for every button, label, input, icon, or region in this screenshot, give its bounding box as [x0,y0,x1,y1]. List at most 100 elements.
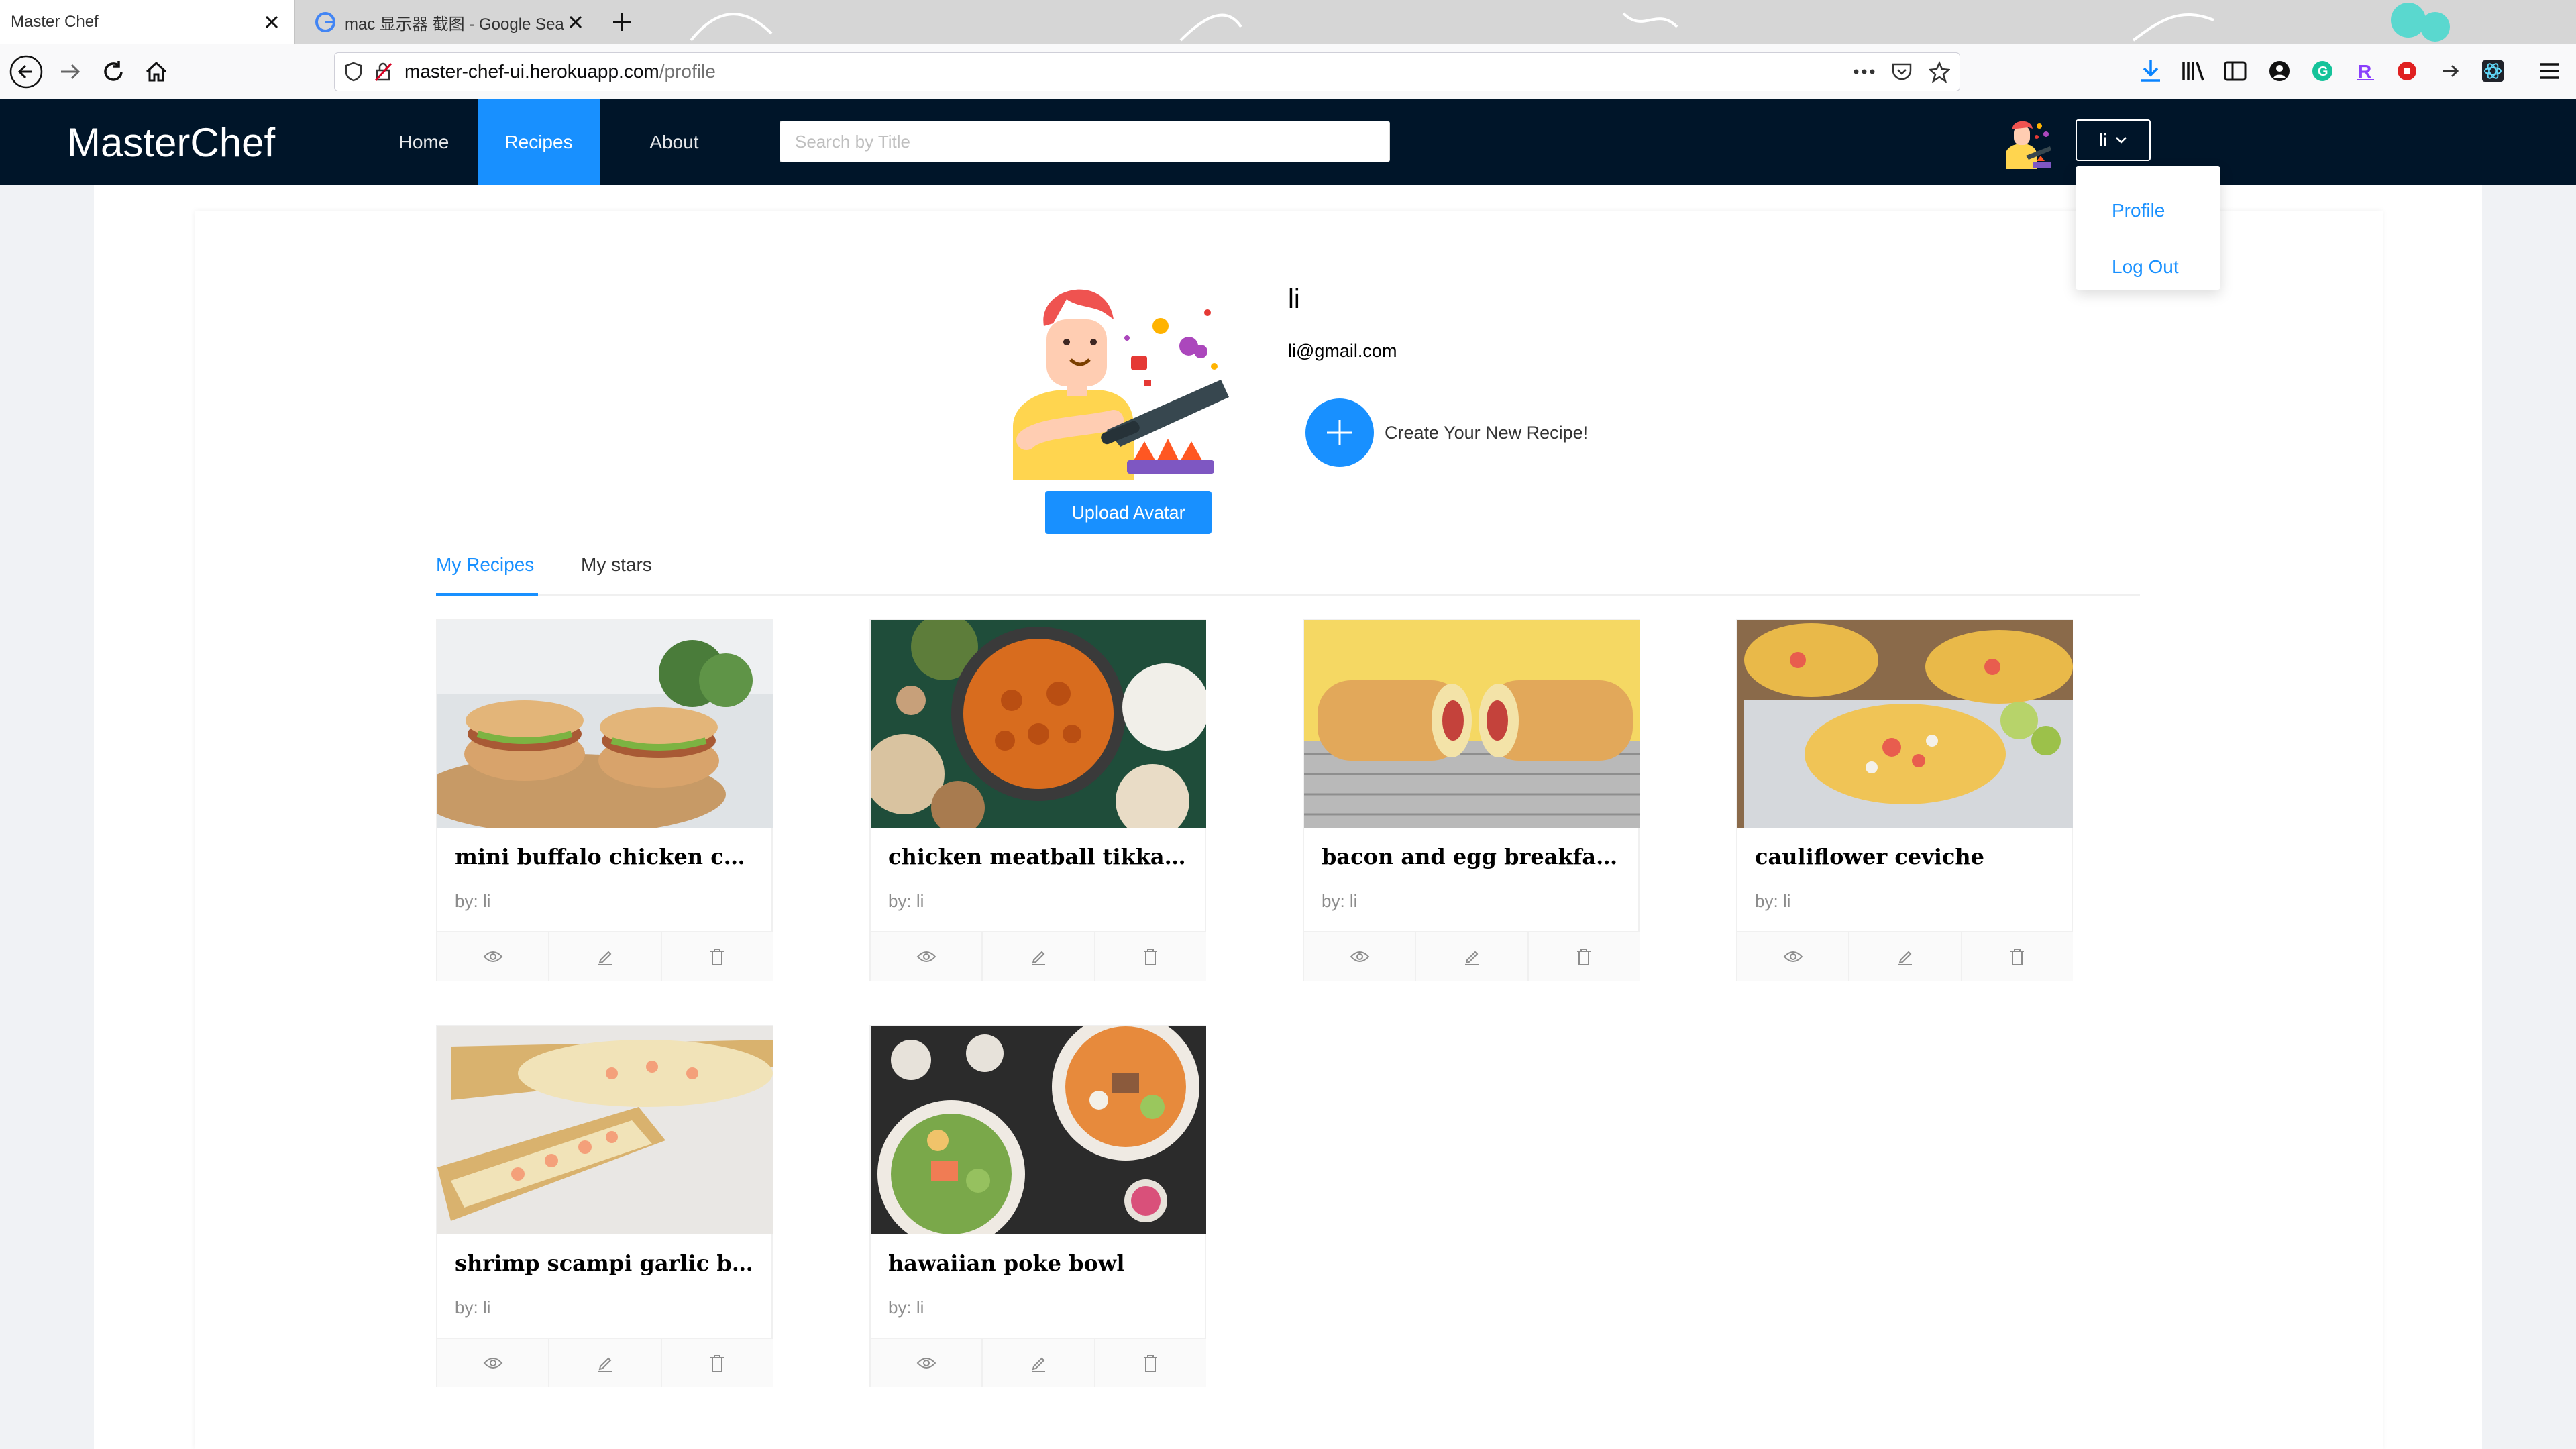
search-input[interactable] [780,121,1390,162]
url-actions [1849,57,1954,87]
chevron-down-icon [2115,136,2127,144]
delete-button[interactable] [1093,932,1206,981]
grammarly-icon[interactable]: G [2305,54,2340,89]
edit-icon [593,1351,617,1375]
recipe-image[interactable] [871,1026,1206,1234]
recipe-card[interactable]: hawaiian poke bowl by: li [869,1025,1206,1387]
menu-recipes[interactable]: Recipes [478,99,600,185]
delete-button[interactable] [1527,932,1640,981]
recipe-card[interactable]: cauliflower ceviche by: li [1736,619,2073,981]
react-devtools-icon[interactable] [2475,54,2510,89]
recipe-title: shrimp scampi garlic bread [455,1250,757,1276]
avatar[interactable] [1999,114,2054,169]
edit-icon [1026,945,1051,969]
close-icon[interactable] [564,10,588,34]
recipe-title: chicken meatball tikka mas... [888,844,1190,869]
edit-button[interactable] [981,932,1093,981]
insecure-lock-icon[interactable] [368,57,398,87]
tab-my-stars[interactable]: My stars [581,554,652,576]
edit-button[interactable] [548,932,660,981]
extension-r-icon[interactable]: R [2348,54,2383,89]
library-icon[interactable] [2176,54,2211,89]
home-button[interactable] [136,51,177,93]
menu-about[interactable]: About [628,99,720,185]
back-button[interactable] [5,51,47,93]
view-button[interactable] [871,1339,981,1387]
create-recipe-label[interactable]: Create Your New Recipe! [1385,423,1588,443]
edit-button[interactable] [548,1339,660,1387]
recipe-author: by: li [1322,891,1358,911]
tab-my-recipes[interactable]: My Recipes [436,554,534,576]
app-logo[interactable]: MasterChef [67,119,275,166]
sidebar-icon[interactable] [2218,54,2253,89]
user-name: li [2099,129,2107,150]
user-dropdown-menu: Profile Log Out [2076,166,2220,290]
view-button[interactable] [437,1339,548,1387]
delete-icon [705,945,729,969]
browser-navbar: master-chef-ui.herokuapp.com/profile G R [0,44,2576,99]
close-icon[interactable] [260,10,284,34]
pocket-icon[interactable] [1887,57,1917,87]
delete-icon [1572,945,1596,969]
recipe-image[interactable] [1737,620,2073,828]
menu-home[interactable]: Home [385,99,463,185]
new-tab-button[interactable] [606,7,637,38]
edit-icon [1893,945,1917,969]
recipe-card[interactable]: chicken meatball tikka mas... by: li [869,619,1206,981]
reload-button[interactable] [93,51,134,93]
delete-button[interactable] [1093,1339,1206,1387]
tab-google-search[interactable]: mac 显示器 截图 - Google Search [303,0,598,44]
delete-icon [1138,1351,1163,1375]
view-button[interactable] [1304,932,1415,981]
hamburger-menu-icon[interactable] [2532,54,2567,89]
delete-button[interactable] [1960,932,2073,981]
edit-button[interactable] [1415,932,1527,981]
dropdown-item-logout[interactable]: Log Out [2076,239,2220,295]
profile-name: li [1288,284,1300,314]
upload-avatar-button[interactable]: Upload Avatar [1045,491,1212,534]
recipe-image[interactable] [871,620,1206,828]
view-button[interactable] [1737,932,1848,981]
eye-icon [1781,945,1805,969]
edit-button[interactable] [1848,932,1960,981]
recipe-card[interactable]: mini buffalo chicken cheese... by: li [436,619,773,981]
recipe-card[interactable]: shrimp scampi garlic bread by: li [436,1025,773,1387]
forward-button[interactable] [50,51,91,93]
recipe-author: by: li [455,891,491,911]
eye-icon [481,1351,505,1375]
download-icon[interactable] [2133,54,2168,89]
create-recipe-button[interactable] [1305,398,1374,467]
profile-tabs: My Recipes My stars [436,545,2140,596]
more-icon[interactable] [1849,57,1879,87]
bookmark-star-icon[interactable] [1925,57,1954,87]
url-text[interactable]: master-chef-ui.herokuapp.com/profile [405,61,716,83]
user-dropdown-button[interactable]: li [2076,119,2151,161]
recipe-title: bacon and egg breakfast str... [1322,844,1623,869]
arrow-extension-icon[interactable] [2432,54,2467,89]
view-button[interactable] [437,932,548,981]
recipe-title: hawaiian poke bowl [888,1250,1125,1276]
recipe-title: cauliflower ceviche [1755,844,1985,869]
recipe-actions [437,1338,773,1387]
edit-button[interactable] [981,1339,1093,1387]
recipe-image[interactable] [1304,620,1640,828]
tab-master-chef[interactable]: Master Chef [0,0,295,44]
recipe-image[interactable] [437,1026,773,1234]
edit-icon [593,945,617,969]
delete-button[interactable] [660,932,773,981]
delete-button[interactable] [660,1339,773,1387]
recipe-author: by: li [888,1297,924,1318]
recipe-image[interactable] [437,620,773,828]
recipe-card[interactable]: bacon and egg breakfast str... by: li [1303,619,1640,981]
shield-icon[interactable] [339,57,368,87]
dropdown-item-profile[interactable]: Profile [2076,182,2220,239]
view-button[interactable] [871,932,981,981]
svg-text:R: R [2358,61,2371,82]
svg-text:G: G [2318,64,2328,79]
edit-icon [1026,1351,1051,1375]
address-bar[interactable]: master-chef-ui.herokuapp.com/profile [334,52,1960,91]
recipe-actions [1737,931,2073,981]
shield-extension-icon[interactable] [2390,54,2424,89]
recipe-title: mini buffalo chicken cheese... [455,844,757,869]
account-icon[interactable] [2262,54,2297,89]
